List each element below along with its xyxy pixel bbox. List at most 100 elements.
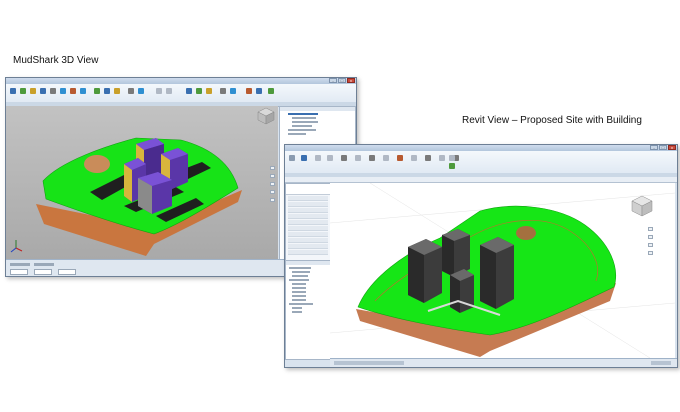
property-row[interactable]: [288, 214, 328, 219]
close-button[interactable]: x: [668, 145, 676, 150]
ribbon-tool-icon[interactable]: [301, 155, 307, 161]
property-row[interactable]: [288, 250, 328, 255]
property-row[interactable]: [288, 226, 328, 231]
ribbon-tool-icon[interactable]: [230, 88, 236, 94]
property-row[interactable]: [288, 202, 328, 207]
property-row[interactable]: [288, 196, 328, 201]
ribbon-tool-icon[interactable]: [355, 155, 361, 161]
revit-window: - □ x: [284, 144, 678, 368]
tree-item[interactable]: [288, 113, 318, 115]
ribbon-tool-icon[interactable]: [104, 88, 110, 94]
tree-item[interactable]: [292, 125, 312, 127]
nav-button[interactable]: [270, 190, 275, 194]
tree-item[interactable]: [292, 311, 302, 313]
properties-palette-icon[interactable]: [285, 183, 331, 261]
ribbon-tool-icon[interactable]: [128, 88, 134, 94]
ribbon-tool-icon[interactable]: [425, 155, 431, 161]
maximize-button[interactable]: □: [338, 78, 346, 83]
ribbon-tool-icon[interactable]: [114, 88, 120, 94]
tree-item[interactable]: [292, 307, 302, 309]
tree-item[interactable]: [292, 117, 316, 119]
tree-item[interactable]: [292, 299, 306, 301]
nav-button[interactable]: [270, 174, 275, 178]
tree-item[interactable]: [289, 267, 311, 269]
tree-item[interactable]: [292, 291, 306, 293]
ribbon-tool-icon[interactable]: [10, 88, 16, 94]
revit-3d-viewport[interactable]: [330, 183, 675, 358]
view-controls[interactable]: [334, 361, 404, 365]
nav-button[interactable]: [648, 243, 653, 247]
ribbon-tool-icon[interactable]: [246, 88, 252, 94]
close-button[interactable]: x: [347, 78, 355, 83]
ribbon-tool-icon[interactable]: [341, 155, 347, 161]
ribbon-tool-icon[interactable]: [156, 88, 162, 94]
ribbon-tool-icon[interactable]: [315, 155, 321, 161]
property-row[interactable]: [288, 244, 328, 249]
navigation-bar-icon[interactable]: [648, 227, 653, 261]
ribbon-tool-icon[interactable]: [289, 155, 295, 161]
ribbon-tool-icon[interactable]: [60, 88, 66, 94]
status-input[interactable]: [34, 269, 52, 275]
tree-item[interactable]: [288, 129, 316, 131]
status-input[interactable]: [10, 269, 28, 275]
project-browser-icon[interactable]: [285, 260, 331, 360]
tree-item[interactable]: [292, 275, 308, 277]
ribbon-tool-icon[interactable]: [94, 88, 100, 94]
ribbon-tool-icon[interactable]: [138, 88, 144, 94]
view-cube-icon: [257, 107, 275, 125]
property-row[interactable]: [288, 208, 328, 213]
minimize-button[interactable]: -: [650, 145, 658, 150]
status-input[interactable]: [58, 269, 76, 275]
ribbon-tool-icon[interactable]: [268, 88, 274, 94]
navigation-bar-icon[interactable]: [270, 166, 275, 216]
tree-item[interactable]: [292, 121, 318, 123]
ribbon-tool-icon[interactable]: [50, 88, 56, 94]
revit-ribbon: [285, 151, 677, 178]
nav-button[interactable]: [270, 182, 275, 186]
tree-item[interactable]: [288, 133, 306, 135]
ribbon-tool-icon[interactable]: [186, 88, 192, 94]
ribbon-tool-icon[interactable]: [166, 88, 172, 94]
ribbon-tool-icon[interactable]: [80, 88, 86, 94]
property-row[interactable]: [288, 238, 328, 243]
property-row[interactable]: [288, 232, 328, 237]
ribbon-tool-icon[interactable]: [70, 88, 76, 94]
type-selector[interactable]: [286, 184, 330, 195]
tree-item[interactable]: [292, 295, 306, 297]
ribbon-tool-icon[interactable]: [383, 155, 389, 161]
ribbon-tool-icon[interactable]: [220, 88, 226, 94]
property-row[interactable]: [288, 220, 328, 225]
status-indicators: [651, 361, 671, 365]
tree-item[interactable]: [289, 279, 309, 281]
ribbon-tool-icon[interactable]: [369, 155, 375, 161]
ribbon-tool-icon[interactable]: [196, 88, 202, 94]
ribbon-tool-icon[interactable]: [206, 88, 212, 94]
ribbon-tool-icon[interactable]: [256, 88, 262, 94]
nav-button[interactable]: [270, 198, 275, 202]
maximize-button[interactable]: □: [659, 145, 667, 150]
axis-triad-icon: [10, 240, 23, 253]
tree-item[interactable]: [292, 271, 310, 273]
ribbon-tool-icon[interactable]: [20, 88, 26, 94]
revit-caption: Revit View – Proposed Site with Building: [462, 115, 642, 126]
ribbon-tool-icon[interactable]: [449, 155, 455, 161]
status-field: [34, 263, 54, 266]
tree-item[interactable]: [289, 303, 313, 305]
nav-button[interactable]: [648, 235, 653, 239]
ribbon-tool-icon[interactable]: [449, 163, 455, 169]
ribbon-tool-icon[interactable]: [40, 88, 46, 94]
nav-button[interactable]: [648, 227, 653, 231]
mudshark-ribbon: [6, 84, 356, 107]
ribbon-tool-icon[interactable]: [30, 88, 36, 94]
ribbon-tool-icon[interactable]: [439, 155, 445, 161]
nav-button[interactable]: [270, 166, 275, 170]
mudshark-3d-viewport[interactable]: [6, 106, 278, 259]
revit-view-control-bar: [330, 358, 677, 367]
nav-button[interactable]: [648, 251, 653, 255]
tree-item[interactable]: [292, 287, 306, 289]
tree-item[interactable]: [292, 283, 306, 285]
ribbon-tool-icon[interactable]: [397, 155, 403, 161]
minimize-button[interactable]: -: [329, 78, 337, 83]
ribbon-tool-icon[interactable]: [327, 155, 333, 161]
ribbon-tool-icon[interactable]: [411, 155, 417, 161]
